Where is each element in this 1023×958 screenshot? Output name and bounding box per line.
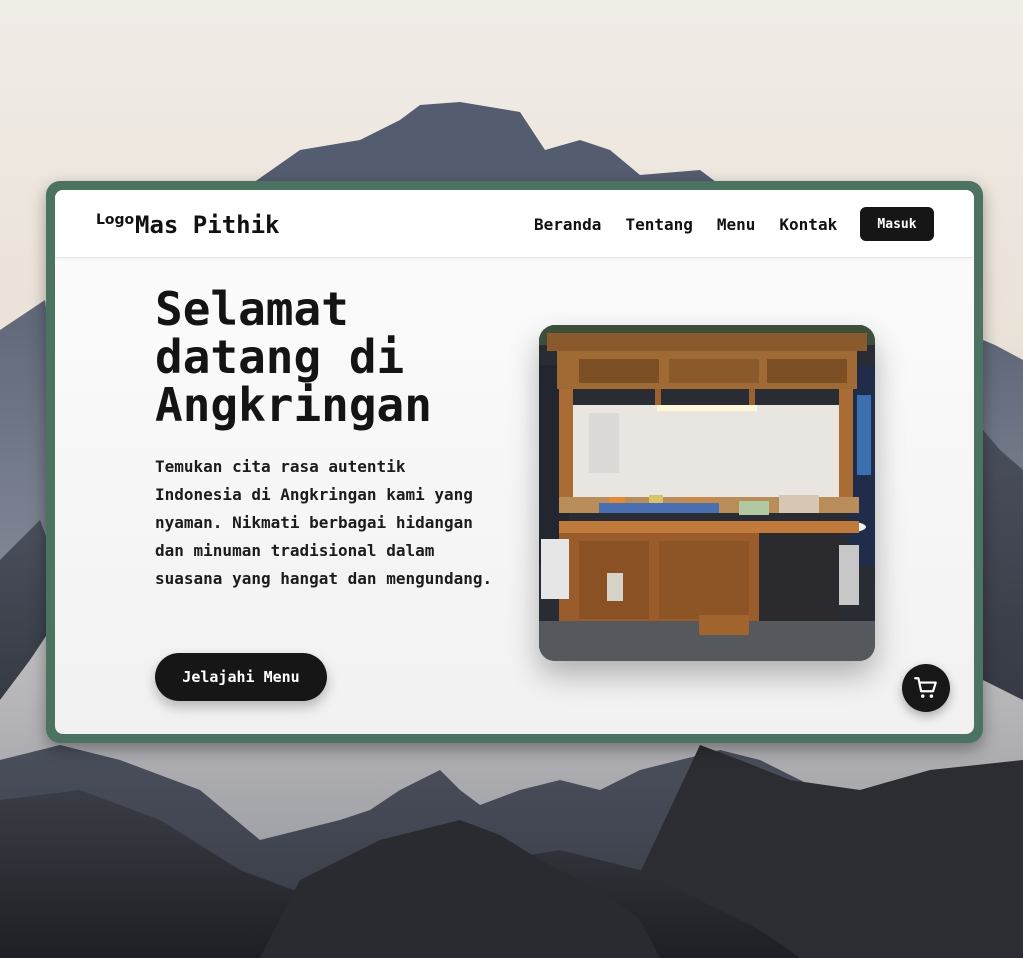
navbar: Logo Mas Pithik Beranda Tentang Menu Kon… <box>55 190 974 258</box>
logo-placeholder[interactable]: Logo <box>96 212 134 228</box>
shopping-cart-icon <box>914 677 937 698</box>
login-button[interactable]: Masuk <box>860 207 934 241</box>
nav-links: Beranda Tentang Menu Kontak <box>534 215 837 234</box>
angkringan-cart-illustration <box>539 325 875 661</box>
nav-link-beranda[interactable]: Beranda <box>534 215 601 234</box>
hero-description: Temukan cita rasa autentik Indonesia di … <box>155 457 493 588</box>
nav-link-kontak[interactable]: Kontak <box>779 215 837 234</box>
explore-menu-button[interactable]: Jelajahi Menu <box>155 653 327 701</box>
nav-link-tentang[interactable]: Tentang <box>625 215 692 234</box>
app-window-frame: Logo Mas Pithik Beranda Tentang Menu Kon… <box>46 181 983 743</box>
cart-button[interactable] <box>902 664 950 712</box>
hero-title: Selamat datang di Angkringan <box>155 282 432 432</box>
angkringan-photo <box>539 325 875 661</box>
app-window: Logo Mas Pithik Beranda Tentang Menu Kon… <box>55 190 974 734</box>
nav-link-menu[interactable]: Menu <box>717 215 756 234</box>
brand-name[interactable]: Mas Pithik <box>135 211 280 239</box>
